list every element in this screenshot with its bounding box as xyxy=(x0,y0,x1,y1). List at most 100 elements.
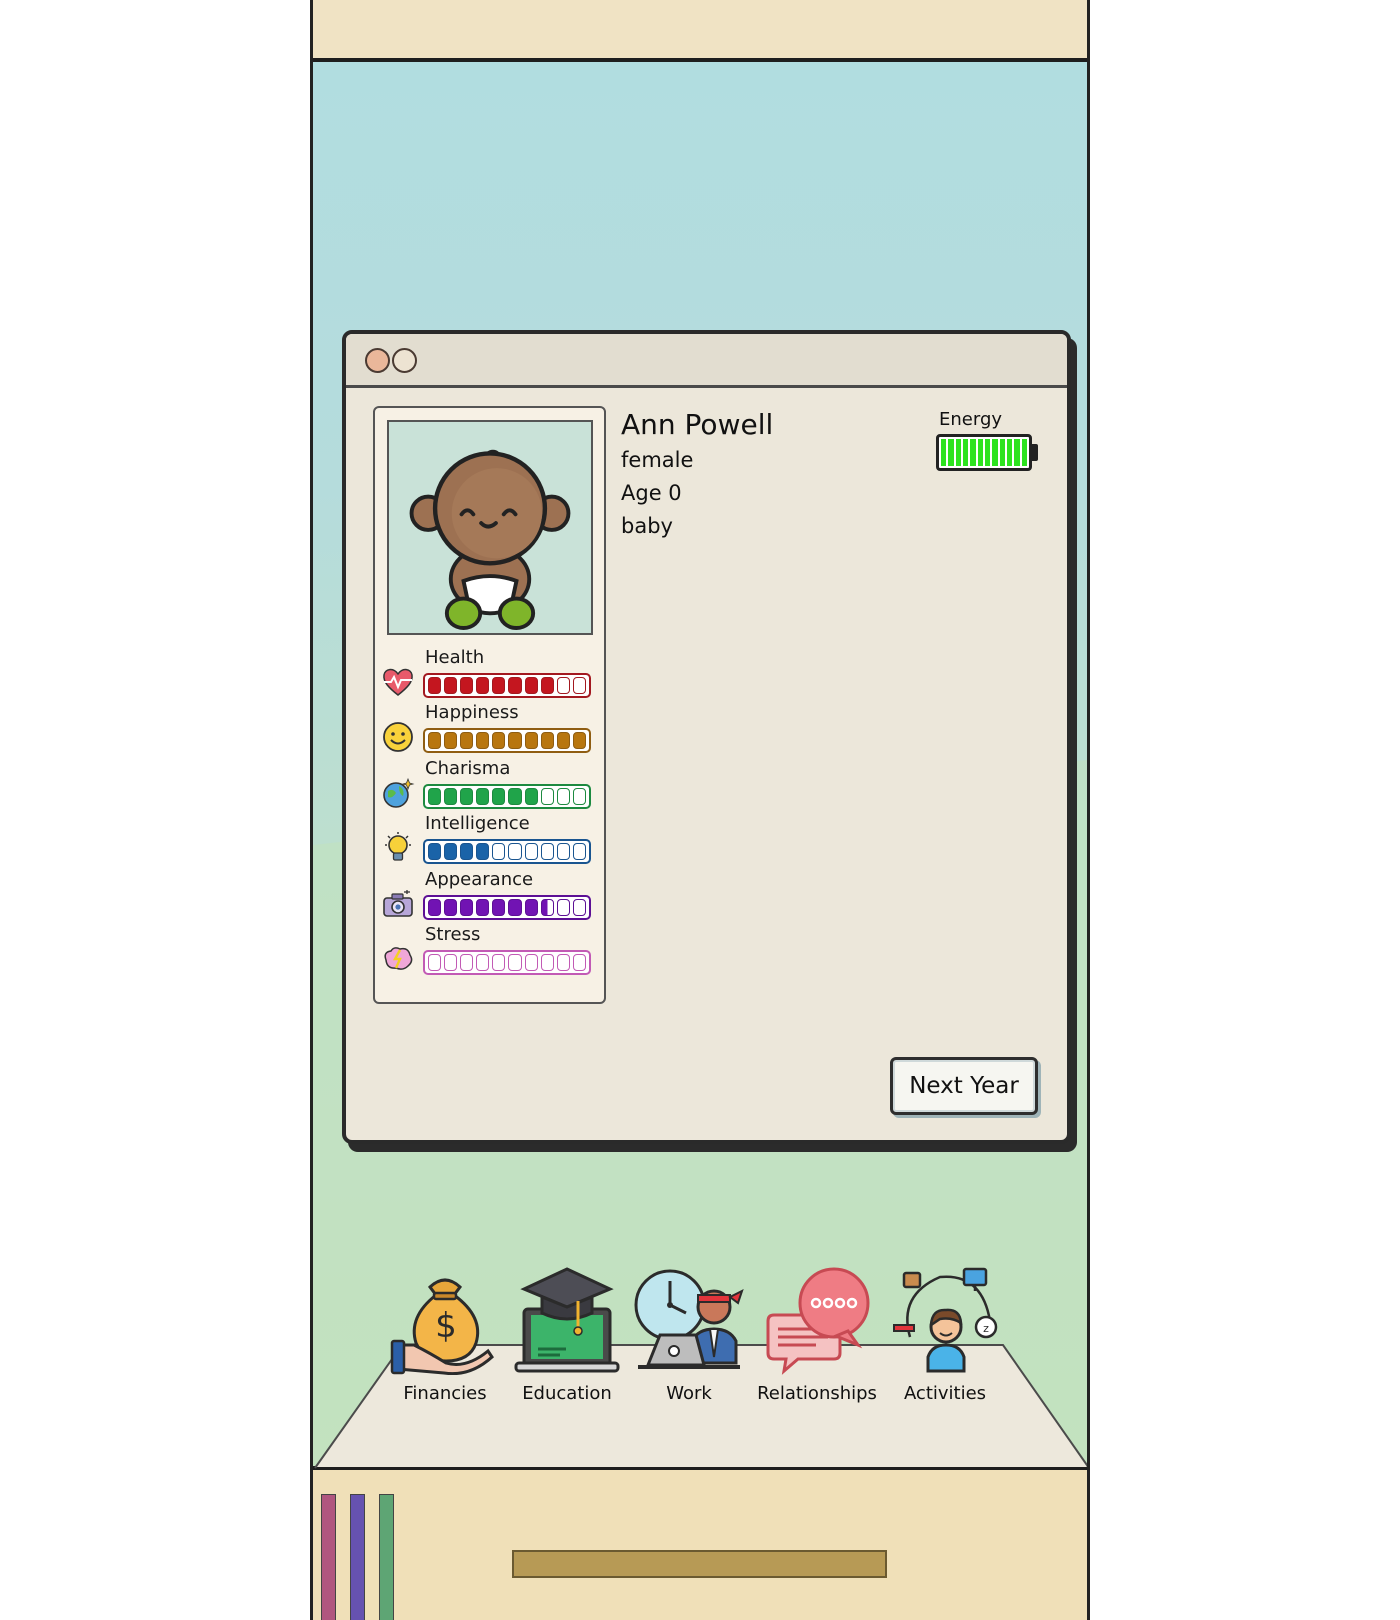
stat-charisma: Charisma xyxy=(381,758,601,810)
ceiling xyxy=(313,0,1087,62)
stat-bar-segment xyxy=(524,843,538,860)
stat-bar-segment xyxy=(476,843,490,860)
stat-bar-segment xyxy=(492,732,506,749)
book-spine xyxy=(350,1494,365,1620)
stat-label: Stress xyxy=(425,924,481,945)
graduation-laptop-icon xyxy=(512,1265,622,1375)
menu-label: Activities xyxy=(903,1383,987,1404)
avatar xyxy=(387,420,593,635)
character-window: Health Happiness Charisma Intelligence A… xyxy=(342,330,1071,1144)
character-name: Ann Powell xyxy=(621,408,774,441)
menu-label: Education xyxy=(522,1383,612,1404)
window-minimize-button[interactable] xyxy=(392,348,417,373)
chat-bubbles-icon xyxy=(762,1265,872,1375)
stat-bar-segment xyxy=(492,954,506,971)
brain-bolt-icon xyxy=(381,942,415,976)
energy-segment xyxy=(1006,439,1013,466)
stat-bar-segment xyxy=(476,899,490,916)
menu-financies[interactable]: $ Financies xyxy=(381,1265,509,1415)
stat-bar-segment xyxy=(476,954,490,971)
stat-bar-segment xyxy=(572,843,586,860)
stat-label: Happiness xyxy=(425,702,519,723)
stat-bar-segment xyxy=(572,899,586,916)
battery-tip xyxy=(1032,444,1038,461)
book-spine xyxy=(379,1494,394,1620)
stat-bar-segment xyxy=(508,788,522,805)
energy-segment xyxy=(984,439,991,466)
window-close-button[interactable] xyxy=(365,348,390,373)
stat-bar-segment xyxy=(428,788,442,805)
stat-bar-segment xyxy=(556,899,570,916)
stat-bar-segment xyxy=(476,732,490,749)
stat-bar-segment xyxy=(492,788,506,805)
stat-bar-segment xyxy=(460,843,474,860)
stat-intelligence: Intelligence xyxy=(381,813,601,865)
stat-bar-segment xyxy=(540,843,554,860)
profile-card: Health Happiness Charisma Intelligence A… xyxy=(373,406,606,1004)
menu-activities[interactable]: z Activities xyxy=(881,1265,1009,1415)
character-gender: female xyxy=(621,448,694,472)
health-bar xyxy=(423,673,591,698)
person-activities-icon: z xyxy=(890,1265,1000,1375)
stat-bar-segment xyxy=(556,732,570,749)
stat-bar-segment xyxy=(572,954,586,971)
stat-bar-segment xyxy=(540,899,554,916)
stat-bar-segment xyxy=(460,899,474,916)
stat-bar-segment xyxy=(572,677,586,694)
smiley-face-icon xyxy=(381,720,415,754)
energy-segment xyxy=(977,439,983,466)
stat-label: Appearance xyxy=(425,869,534,890)
stat-bar-segment xyxy=(444,899,458,916)
stat-bar-segment xyxy=(508,899,522,916)
intelligence-bar xyxy=(423,839,591,864)
stat-stress: Stress xyxy=(381,924,601,976)
stat-bar-segment xyxy=(428,954,442,971)
heart-pulse-icon xyxy=(381,665,415,699)
menu-work[interactable]: Work xyxy=(625,1265,753,1415)
camera-icon xyxy=(381,887,415,921)
stat-bar-segment xyxy=(524,954,538,971)
energy-segment xyxy=(941,439,947,466)
energy-segment xyxy=(1021,439,1027,466)
stress-bar xyxy=(423,950,591,975)
stat-bar-segment xyxy=(444,843,458,860)
stat-bar-segment xyxy=(540,732,554,749)
stat-bar-segment xyxy=(460,954,474,971)
menu-label: Work xyxy=(666,1383,712,1404)
stat-bar-segment xyxy=(524,788,538,805)
next-year-button[interactable]: Next Year xyxy=(890,1057,1038,1115)
stat-bar-segment xyxy=(572,788,586,805)
stat-bar-segment xyxy=(428,677,442,694)
happiness-bar xyxy=(423,728,591,753)
menu-relationships[interactable]: Relationships xyxy=(747,1265,887,1415)
stat-bar-segment xyxy=(428,899,442,916)
stat-label: Health xyxy=(425,647,485,668)
stat-bar-segment xyxy=(492,843,506,860)
energy-segment xyxy=(948,439,954,466)
stat-bar-segment xyxy=(444,677,458,694)
stat-bar-segment xyxy=(476,788,490,805)
stat-bar-segment xyxy=(444,732,458,749)
stat-bar-segment xyxy=(460,677,474,694)
stat-bar-segment xyxy=(556,843,570,860)
lightbulb-icon xyxy=(381,831,415,865)
menu-label: Financies xyxy=(403,1383,487,1404)
stat-health: Health xyxy=(381,647,601,699)
stat-bar-segment xyxy=(524,677,538,694)
svg-text:$: $ xyxy=(435,1306,457,1346)
svg-text:z: z xyxy=(983,1322,989,1335)
energy-segment xyxy=(970,439,976,466)
floor-rug xyxy=(512,1550,887,1578)
stat-bar-segment xyxy=(572,732,586,749)
energy-segment xyxy=(999,439,1005,466)
floor xyxy=(313,1466,1087,1620)
energy-segment xyxy=(962,439,969,466)
book-spine xyxy=(321,1494,336,1620)
stat-bar-segment xyxy=(540,677,554,694)
stat-bar-segment xyxy=(556,954,570,971)
menu-label: Relationships xyxy=(757,1383,877,1404)
stat-bar-segment xyxy=(460,788,474,805)
energy-segment xyxy=(955,439,961,466)
menu-education[interactable]: Education xyxy=(503,1265,631,1415)
stat-bar-segment xyxy=(460,732,474,749)
